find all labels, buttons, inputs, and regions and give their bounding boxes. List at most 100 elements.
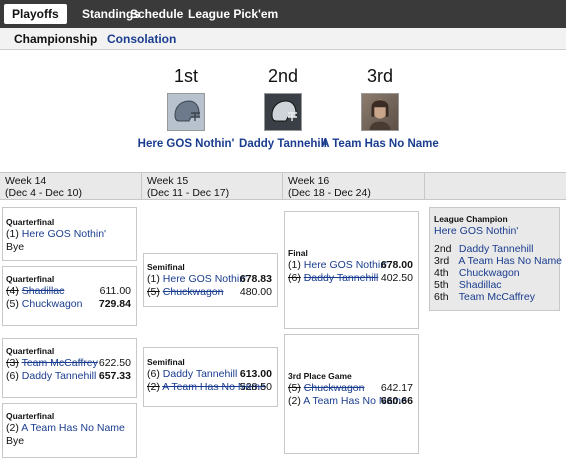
team-link[interactable]: A Team Has No Name: [458, 255, 562, 267]
score: 528.50: [239, 381, 272, 393]
seed: (1): [6, 228, 19, 240]
matchup-final[interactable]: Final (1) Here GOS Nothin' 678.00 (6) Da…: [284, 211, 419, 329]
seed: (3): [6, 357, 19, 369]
team-link[interactable]: Shadillac: [459, 279, 502, 291]
seed: (5): [288, 382, 301, 394]
seed: (5): [147, 286, 160, 298]
matchup-semifinal-2[interactable]: Semifinal (6) Daddy Tannehill 613.00 (2)…: [143, 347, 278, 407]
team-row: (6) Daddy Tannehill 657.33: [6, 370, 133, 383]
seed: (6): [288, 272, 301, 284]
week-label: Week 15: [147, 175, 189, 187]
matchup-title: Final: [288, 248, 308, 258]
matchup-third-place[interactable]: 3rd Place Game (5) Chuckwagon 642.17 (2)…: [284, 334, 419, 454]
final-standing-row: 2nd Daddy Tannehill: [434, 243, 555, 255]
week-header: Week 15 (Dec 11 - Dec 17): [142, 172, 283, 200]
score: 642.17: [380, 382, 413, 394]
team-row: (2) A Team Has No Name 528.50: [147, 381, 274, 394]
team-row: (5) Chuckwagon 480.00: [147, 286, 274, 299]
matchup-quarterfinal-2[interactable]: Quarterfinal (4) Shadillac 611.00 (5) Ch…: [2, 266, 137, 326]
final-standing-row: 4th Chuckwagon: [434, 267, 555, 279]
team-row: (2) A Team Has No Name 660.66: [288, 395, 415, 408]
week-dates: (Dec 11 - Dec 17): [147, 187, 230, 199]
top-nav: Playoffs Standings Schedule League Pick'…: [0, 0, 566, 28]
week-header-empty: [425, 172, 566, 200]
score: 622.50: [98, 357, 131, 369]
team-link[interactable]: A Team Has No Name: [21, 422, 125, 434]
standing-place: 6th: [434, 291, 449, 303]
matchup-title: Quarterfinal: [6, 274, 55, 284]
team-link[interactable]: Chuckwagon: [304, 382, 365, 394]
final-standing-row: 5th Shadillac: [434, 279, 555, 291]
week-dates: (Dec 18 - Dec 24): [288, 187, 371, 199]
matchup-title: 3rd Place Game: [288, 371, 352, 381]
team-link[interactable]: Here GOS Nothin': [22, 228, 106, 240]
score: 729.84: [98, 298, 131, 310]
score: 611.00: [99, 285, 131, 297]
matchup-title: Semifinal: [147, 262, 185, 272]
seed: (2): [147, 381, 160, 393]
week-header: Week 14 (Dec 4 - Dec 10): [0, 172, 142, 200]
seed: (4): [6, 285, 19, 297]
team-link[interactable]: Daddy Tannehill: [304, 272, 379, 284]
standing-place: 5th: [434, 279, 449, 291]
matchup-title: Quarterfinal: [6, 217, 55, 227]
bye-label: Bye: [6, 241, 25, 253]
podium-team-third[interactable]: A Team Has No Name: [320, 137, 440, 151]
final-standing-row: 3rd A Team Has No Name: [434, 255, 562, 267]
matchup-quarterfinal-4[interactable]: Quarterfinal (2) A Team Has No Name Bye: [2, 403, 137, 458]
team-link[interactable]: Here GOS Nothin': [163, 273, 247, 285]
standing-place: 2nd: [434, 243, 452, 255]
score: 660.66: [380, 395, 413, 407]
team-link[interactable]: Team McCaffrey: [22, 357, 98, 369]
bye-label: Bye: [6, 435, 25, 447]
team-row: (6) Daddy Tannehill 402.50: [288, 272, 415, 285]
podium-third: 3rd A Team Has No Name: [320, 66, 440, 151]
seed: (6): [147, 368, 160, 380]
team-link[interactable]: Daddy Tannehill: [459, 243, 534, 255]
team-link[interactable]: Team McCaffrey: [459, 291, 535, 303]
week-label: Week 14: [5, 175, 47, 187]
final-standing-row: 6th Team McCaffrey: [434, 291, 555, 303]
helmet-icon: [264, 93, 302, 131]
matchup-semifinal-1[interactable]: Semifinal (1) Here GOS Nothin' 678.83 (5…: [143, 253, 278, 307]
score: 480.00: [239, 286, 272, 298]
team-row: (6) Daddy Tannehill 613.00: [147, 368, 274, 381]
team-row: (5) Chuckwagon 642.17: [288, 382, 415, 395]
tab-playoffs[interactable]: Playoffs: [4, 4, 67, 24]
team-link[interactable]: Chuckwagon: [459, 267, 520, 279]
team-row: (3) Team McCaffrey 622.50: [6, 357, 133, 370]
seed: (5): [6, 298, 19, 310]
team-link[interactable]: Shadillac: [22, 285, 65, 297]
team-row: (1) Here GOS Nothin' 678.83: [147, 273, 274, 286]
matchup-quarterfinal-3[interactable]: Quarterfinal (3) Team McCaffrey 622.50 (…: [2, 338, 137, 398]
tab-consolation[interactable]: Consolation: [107, 32, 176, 46]
champion-team[interactable]: Here GOS Nothin': [434, 225, 555, 237]
standing-place: 3rd: [434, 255, 450, 267]
team-row: (1) Here GOS Nothin' 678.00: [288, 259, 415, 272]
tab-championship[interactable]: Championship: [14, 32, 97, 46]
week-dates: (Dec 4 - Dec 10): [5, 187, 83, 199]
score: 657.33: [98, 370, 131, 382]
helmet-icon: [167, 93, 205, 131]
seed: (2): [288, 395, 301, 407]
matchup-title: Quarterfinal: [6, 346, 55, 356]
matchup-title: Semifinal: [147, 357, 185, 367]
team-link[interactable]: Chuckwagon: [163, 286, 224, 298]
team-row: (1) Here GOS Nothin': [6, 228, 133, 241]
matchup-quarterfinal-1[interactable]: Quarterfinal (1) Here GOS Nothin' Bye: [2, 207, 137, 261]
team-row: (4) Shadillac 611.00: [6, 285, 133, 298]
team-photo-icon: [361, 93, 399, 131]
team-row: (2) A Team Has No Name: [6, 422, 133, 435]
team-link[interactable]: Chuckwagon: [22, 298, 83, 310]
sub-nav: Championship Consolation: [0, 28, 566, 50]
score: 678.00: [380, 259, 413, 271]
week-header: Week 16 (Dec 18 - Dec 24): [283, 172, 425, 200]
team-link[interactable]: Here GOS Nothin': [304, 259, 388, 271]
tab-league-pickem[interactable]: League Pick'em: [180, 4, 286, 24]
standing-place: 4th: [434, 267, 449, 279]
team-link[interactable]: Daddy Tannehill: [163, 368, 238, 380]
matchup-title: Quarterfinal: [6, 411, 55, 421]
team-link[interactable]: Daddy Tannehill: [22, 370, 97, 382]
seed: (2): [6, 422, 19, 434]
seed: (1): [288, 259, 301, 271]
